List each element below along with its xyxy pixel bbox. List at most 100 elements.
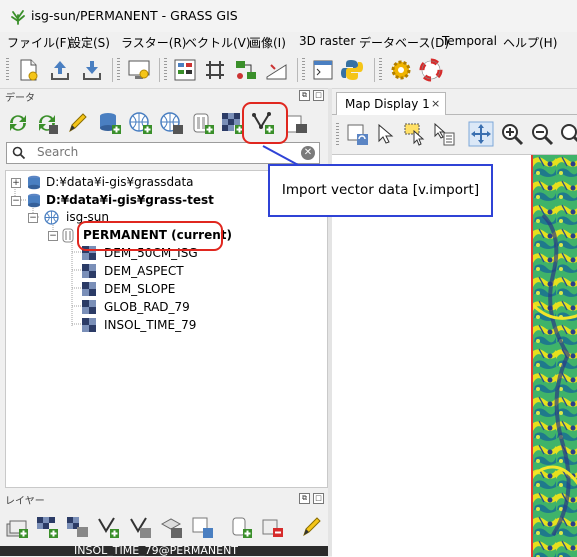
render-map-icon[interactable]	[344, 121, 370, 147]
edit-pencil-icon[interactable]	[64, 110, 90, 136]
add-map-layers-icon[interactable]	[4, 514, 30, 540]
map-display-tabbar: Map Display 1 ×	[332, 90, 577, 115]
toolbar-grip[interactable]	[6, 58, 9, 82]
reload-current-mapset-icon[interactable]	[34, 110, 60, 136]
zoom-out-icon[interactable]	[529, 121, 555, 147]
raster-map-image	[531, 155, 577, 557]
python-shell-icon[interactable]	[339, 57, 365, 83]
cartographic-composer-icon[interactable]	[264, 57, 290, 83]
panel-float-button[interactable]: ⧉	[299, 493, 310, 504]
toolbar-grip[interactable]	[164, 58, 167, 82]
help-lifebuoy-icon[interactable]	[418, 57, 444, 83]
add-raster-layer-icon[interactable]	[34, 514, 60, 540]
create-location-icon[interactable]	[96, 110, 122, 136]
search-box: ✕	[6, 142, 320, 164]
remove-layer-icon[interactable]	[259, 514, 285, 540]
add-vector-overlay-icon[interactable]	[127, 514, 153, 540]
grass-logo-icon	[9, 7, 27, 25]
toolbar-grip[interactable]	[302, 58, 305, 82]
add-overlay-icon[interactable]	[158, 514, 184, 540]
menu-bar: ファイル(F) 設定(S) ラスター(R) ベクトル(V) 画像(I) 3D r…	[0, 32, 577, 52]
pointer-tool-icon[interactable]	[373, 121, 399, 147]
panel-close-button[interactable]: □	[313, 90, 324, 101]
tree-item-label: INSOL_TIME_79	[104, 318, 197, 332]
tree-item-raster-dem-aspect[interactable]: DEM_ASPECT	[82, 263, 312, 280]
tree-item-label: DEM_SLOPE	[104, 282, 176, 296]
create-mapset-stack-icon[interactable]	[189, 110, 215, 136]
tree-item-label: GLOB_RAD_79	[104, 300, 190, 314]
menu-raster[interactable]: ラスター(R)	[121, 34, 186, 51]
close-tab-icon[interactable]: ×	[431, 97, 440, 110]
add-command-layer-icon[interactable]	[189, 514, 215, 540]
current-mapset-highlight	[77, 221, 223, 251]
tree-item-grassdata[interactable]: + D:¥data¥i-gis¥grassdata	[11, 174, 311, 191]
new-workspace-icon[interactable]	[15, 57, 41, 83]
tree-item-label: DEM_ASPECT	[104, 264, 184, 278]
layer-name: INSOL_TIME_79@PERMANENT	[74, 546, 239, 556]
raster-map-icon	[82, 282, 96, 299]
graphical-modeler-icon[interactable]	[233, 57, 259, 83]
layer-panel-title: レイヤー	[5, 496, 45, 507]
clear-search-icon[interactable]: ✕	[301, 146, 315, 160]
pan-tool-icon[interactable]	[468, 121, 494, 147]
panel-close-button[interactable]: □	[313, 493, 324, 504]
tree-item-raster-glob-rad-79[interactable]: GLOB_RAD_79	[82, 299, 312, 316]
menu-settings[interactable]: 設定(S)	[69, 34, 110, 51]
select-features-icon[interactable]	[402, 121, 428, 147]
collapse-toggle[interactable]: −	[11, 196, 21, 206]
add-group-icon[interactable]	[228, 514, 254, 540]
georectify-icon[interactable]	[202, 57, 228, 83]
menu-vector[interactable]: ベクトル(V)	[185, 34, 251, 51]
mapset-folder-icon	[61, 228, 75, 246]
create-mapset-icon[interactable]	[127, 110, 153, 136]
add-vector-layer-icon[interactable]	[95, 514, 121, 540]
toolbar-separator	[159, 58, 160, 82]
layer-manager-icon[interactable]	[172, 57, 198, 83]
edit-layer-pencil-icon[interactable]	[298, 514, 324, 540]
callout-text: Import vector data [v.import]	[281, 182, 480, 198]
new-map-display-icon[interactable]	[126, 57, 152, 83]
main-toolbar	[0, 52, 577, 89]
search-icon	[12, 146, 26, 163]
tab-label: Map Display 1	[345, 97, 430, 111]
tree-item-label: D:¥data¥i-gis¥grassdata	[46, 175, 194, 189]
toolbar-separator	[297, 58, 298, 82]
map-toolbar	[332, 115, 577, 153]
layer-panel-header: レイヤー ⧉ □	[0, 491, 328, 507]
database-icon	[27, 175, 41, 193]
download-location-icon[interactable]	[158, 110, 184, 136]
search-input[interactable]	[37, 144, 287, 160]
command-console-icon[interactable]	[310, 57, 336, 83]
zoom-in-icon[interactable]	[499, 121, 525, 147]
raster-map-icon	[82, 300, 96, 317]
menu-file[interactable]: ファイル(F)	[7, 34, 71, 51]
settings-gear-icon[interactable]	[388, 57, 414, 83]
toolbar-grip[interactable]	[336, 123, 339, 147]
toolbar-grip[interactable]	[379, 58, 382, 82]
expand-toggle[interactable]: +	[11, 178, 21, 188]
save-workspace-icon[interactable]	[79, 57, 105, 83]
toolbar-separator	[112, 58, 113, 82]
add-raster-overlay-icon[interactable]	[64, 514, 90, 540]
panel-float-button[interactable]: ⧉	[299, 90, 310, 101]
menu-help[interactable]: ヘルプ(H)	[503, 34, 557, 51]
layer-list-row[interactable]: INSOL_TIME_79@PERMANENT	[0, 546, 328, 556]
toolbar-grip[interactable]	[117, 58, 120, 82]
tab-map-display-1[interactable]: Map Display 1 ×	[336, 92, 446, 115]
raster-map-icon	[82, 318, 96, 335]
globe-icon	[44, 210, 59, 228]
query-raster-vector-icon[interactable]	[431, 121, 457, 147]
open-workspace-icon[interactable]	[47, 57, 73, 83]
collapse-toggle[interactable]: −	[28, 213, 38, 223]
tree-item-raster-dem-slope[interactable]: DEM_SLOPE	[82, 281, 312, 298]
tree-item-label: D:¥data¥i-gis¥grass-test	[46, 193, 214, 207]
zoom-extent-icon[interactable]	[558, 121, 577, 147]
tree-item-grass-test[interactable]: − D:¥data¥i-gis¥grass-test	[11, 192, 311, 209]
reload-tree-icon[interactable]	[5, 110, 31, 136]
tree-item-raster-insol-time-79[interactable]: INSOL_TIME_79	[82, 317, 312, 334]
menu-imagery[interactable]: 画像(I)	[249, 34, 286, 51]
menu-temporal[interactable]: Temporal	[442, 34, 497, 48]
menu-database[interactable]: データベース(D)	[359, 34, 449, 51]
collapse-toggle[interactable]: −	[48, 231, 58, 241]
menu-3d-raster[interactable]: 3D raster	[299, 34, 355, 48]
